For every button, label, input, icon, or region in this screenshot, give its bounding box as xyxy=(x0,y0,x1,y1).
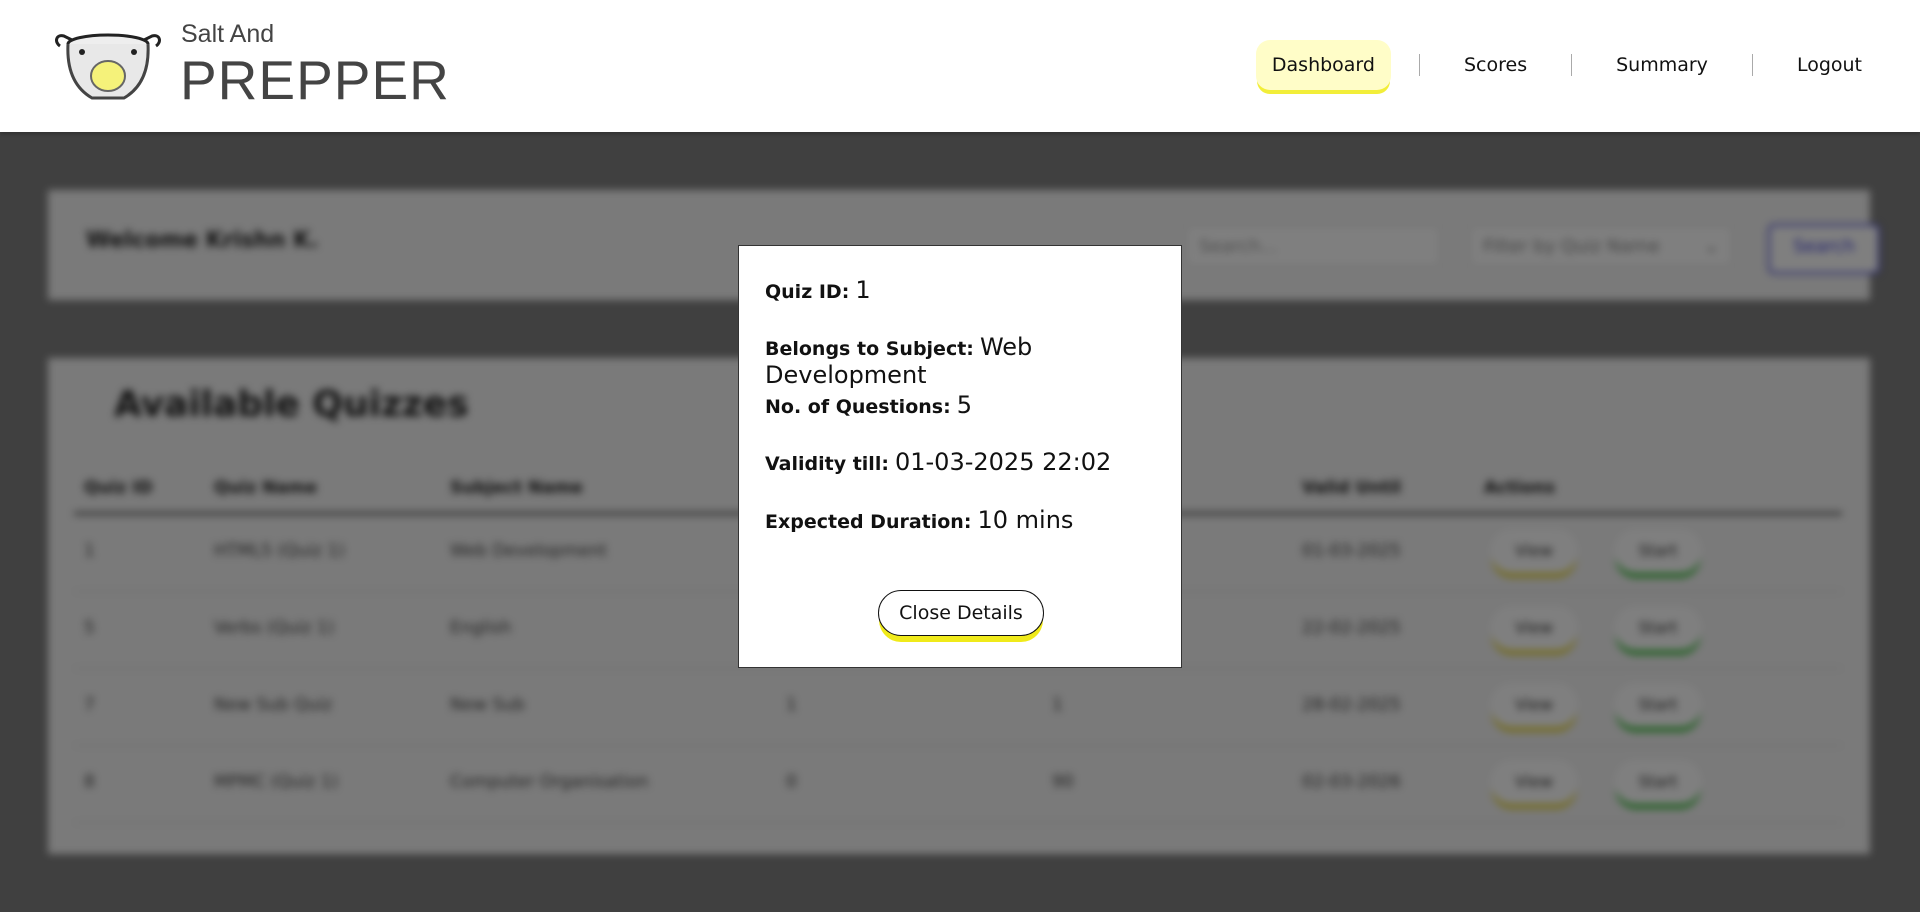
brand-name: PREPPER xyxy=(180,49,450,111)
nav-divider xyxy=(1751,54,1753,76)
detail-questions: No. of Questions: 5 xyxy=(765,391,972,419)
detail-quiz-id: Quiz ID: 1 xyxy=(765,276,871,304)
main-nav: Dashboard Scores Summary Logout xyxy=(1255,40,1878,90)
detail-label: Expected Duration: xyxy=(765,511,972,533)
detail-value: 5 xyxy=(956,391,973,419)
detail-duration: Expected Duration: 10 mins xyxy=(765,506,1073,534)
detail-label: No. of Questions: xyxy=(765,396,951,418)
detail-value: 01-03-2025 22:02 xyxy=(894,448,1112,476)
nav-summary[interactable]: Summary xyxy=(1600,40,1724,90)
brand-tagline: Salt And xyxy=(181,20,275,48)
nav-logout[interactable]: Logout xyxy=(1781,40,1878,90)
top-navbar: Salt And PREPPER Dashboard Scores Summar… xyxy=(0,0,1920,132)
detail-label: Validity till: xyxy=(765,453,889,475)
detail-value: 1 xyxy=(855,276,871,304)
detail-value: 10 mins xyxy=(977,506,1074,534)
detail-label: Belongs to Subject: xyxy=(765,338,974,360)
quiz-details-modal: Quiz ID: 1 Belongs to Subject: Web Devel… xyxy=(738,245,1182,668)
salt-shaker-logo-icon xyxy=(55,33,161,100)
nav-scores[interactable]: Scores xyxy=(1448,40,1543,90)
detail-subject: Belongs to Subject: Web Development xyxy=(765,333,1181,389)
detail-label: Quiz ID: xyxy=(765,281,850,303)
detail-validity: Validity till: 01-03-2025 22:02 xyxy=(765,448,1111,476)
close-details-button[interactable]: Close Details xyxy=(878,590,1044,636)
nav-dashboard[interactable]: Dashboard xyxy=(1255,40,1391,90)
nav-divider xyxy=(1571,54,1573,76)
nav-divider xyxy=(1418,54,1420,76)
